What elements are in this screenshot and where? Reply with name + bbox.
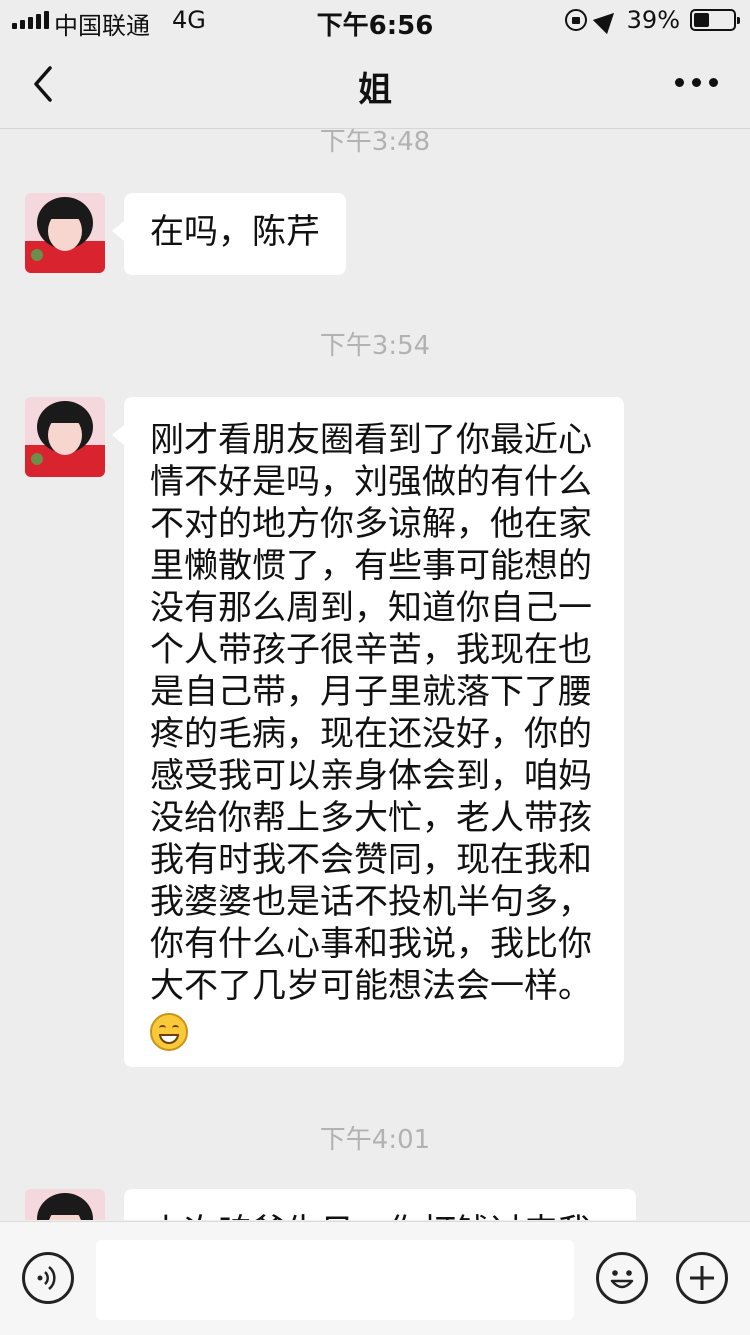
voice-icon[interactable] (22, 1252, 74, 1304)
chat-title: 姐 (358, 70, 392, 110)
message-bubble[interactable]: 刚才看朋友圈看到了你最近心情不好是吗，刘强做的有什么不对的地方你多谅解，他在家里… (112, 397, 624, 1067)
battery-percent: 39% (626, 6, 680, 34)
plus-icon[interactable] (676, 1252, 728, 1304)
grin-emoji-icon (150, 1012, 188, 1051)
input-bar (0, 1221, 750, 1335)
message-list[interactable]: 下午3:48 在吗，陈芹 下午3:54 刚才看朋友圈看到了你最近心情不好是吗，刘… (0, 129, 750, 1220)
timestamp: 下午4:01 (319, 1125, 431, 1155)
message-text: 刚才看朋友圈看到了你最近心情不好是吗，刘强做的有什么不对的地方你多谅解，他在家里… (150, 420, 592, 1006)
battery-icon (690, 9, 740, 31)
message-text: 上次咱爸生日，你打钱过来我 (150, 1212, 592, 1220)
lock-rotation-icon (564, 9, 587, 31)
message-bubble[interactable]: 上次咱爸生日，你打钱过来我 (124, 1189, 636, 1220)
more-icon[interactable] (675, 78, 718, 87)
battery-fill (694, 13, 709, 27)
avatar[interactable] (25, 1189, 105, 1220)
message-bubble[interactable]: 在吗，陈芹 (112, 193, 346, 275)
message-input[interactable] (96, 1240, 574, 1320)
emoji-icon[interactable] (596, 1252, 648, 1304)
avatar[interactable] (25, 193, 105, 273)
avatar[interactable] (25, 397, 105, 477)
status-bar: 中国联通 4G 下午6:56 39% (0, 0, 750, 41)
message-text: 在吗，陈芹 (150, 212, 320, 252)
timestamp: 下午3:48 (319, 129, 431, 157)
location-icon (592, 5, 621, 35)
status-icons: 39% (564, 5, 740, 35)
chat-header: 姐 (0, 40, 750, 129)
timestamp: 下午3:54 (319, 331, 431, 361)
